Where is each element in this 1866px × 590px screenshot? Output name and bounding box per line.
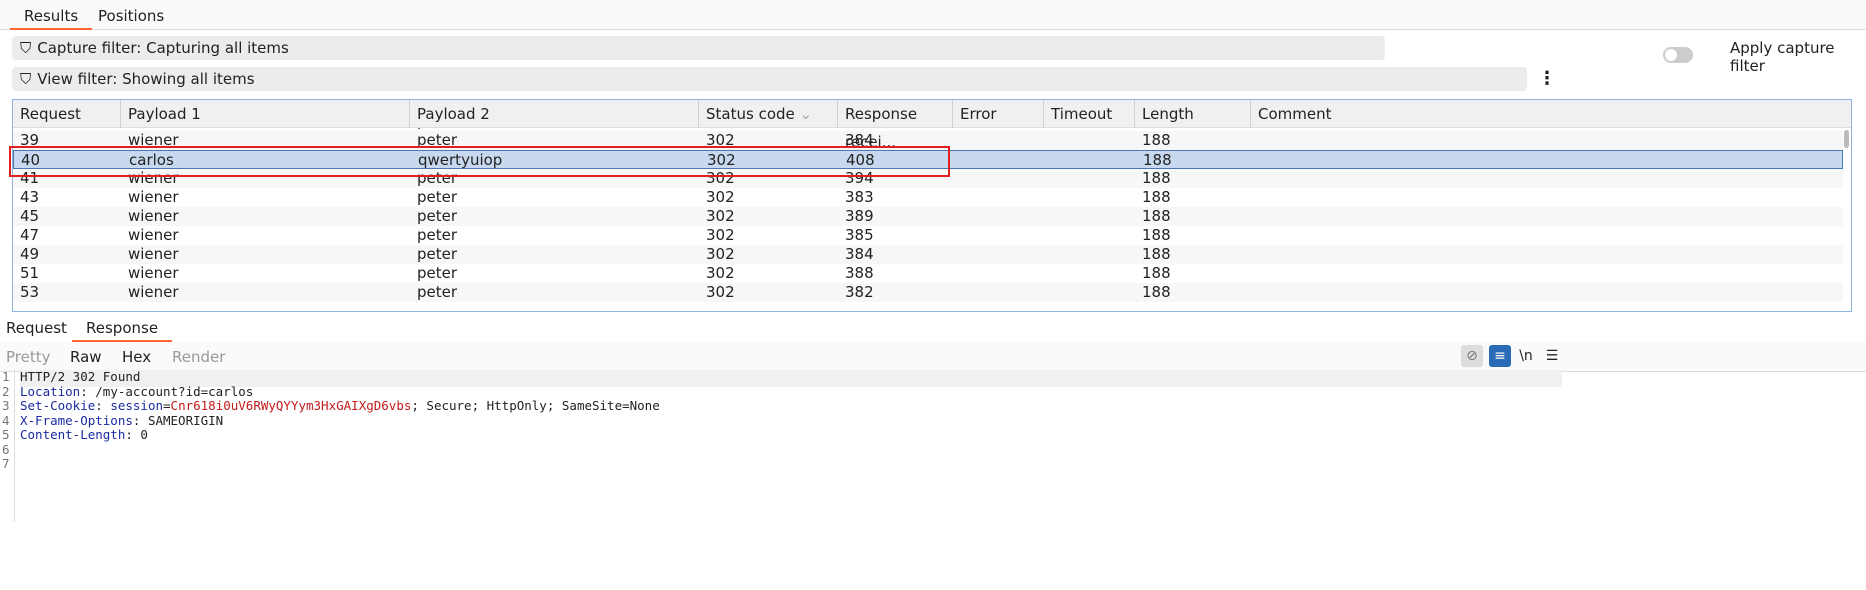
table-cell: 302 [706,283,735,301]
table-cell: 385 [845,226,874,244]
message-tabs: Request Response [0,316,1866,344]
column-header[interactable]: Timeout [1044,100,1135,128]
table-cell: peter [417,245,458,263]
table-cell: 302 [706,188,735,206]
column-header[interactable]: Response recei... [838,100,953,151]
header-name: Content-Length [20,427,126,442]
eq: = [163,398,171,413]
table-cell: 45 [20,207,40,225]
filter-icon: ⛉ [20,70,32,88]
apply-capture-filter-toggle[interactable] [1663,47,1693,63]
table-cell: 188 [1143,151,1172,169]
newline-toggle[interactable]: \n [1515,345,1537,367]
more-options-icon[interactable]: ⋮ [1538,68,1556,89]
table-cell: 384 [845,245,874,263]
response-editor[interactable]: 1234567 HTTP/2 302 Found Location: /my-ac… [0,370,1866,522]
table-cell: wiener [128,264,179,282]
table-cell: 49 [20,245,40,263]
column-header[interactable]: Payload 2 [410,100,699,128]
column-header[interactable]: Status code ⌄ [699,100,838,128]
table-cell: peter [417,226,458,244]
table-cell: peter [417,207,458,225]
cookie-name: session [110,398,164,413]
table-cell: 51 [20,264,40,282]
menu-icon[interactable]: ☰ [1541,345,1563,367]
filter-icon: ⛉ [20,39,32,57]
header-value: : SAMEORIGIN [132,412,224,428]
hide-eye-icon[interactable]: ⊘ [1461,345,1483,367]
table-cell: 302 [706,264,735,282]
capture-filter-label: Capture filter: Capturing all items [37,39,289,57]
table-row[interactable]: 45 wiener peter 302 389 188 [13,207,1843,226]
table-body: 37wienerpeter30239418839wienerpeter30238… [13,112,1843,302]
table-cell: 302 [706,207,735,225]
table-cell: 43 [20,188,40,206]
table-cell: 188 [1142,207,1171,225]
table-cell: 302 [706,226,735,244]
line-numbers: 1234567 [0,370,15,522]
header-value: : [95,398,111,413]
table-cell: 188 [1142,264,1171,282]
table-cell: 188 [1142,169,1171,187]
table-cell: peter [417,264,458,282]
header-name: Set-Cookie [20,398,96,413]
tab-render[interactable]: Render [158,348,239,372]
table-cell: 302 [706,245,735,263]
table-cell: 188 [1142,188,1171,206]
results-table: Request Payload 1 Payload 2 Status code ⌄ Re… [12,99,1852,312]
column-header[interactable]: Length [1135,100,1251,128]
column-header[interactable]: Comment [1251,100,1851,128]
response-line: Content-Length: 0 [20,428,148,445]
table-row[interactable]: 49 wiener peter 302 384 188 [13,245,1843,264]
table-cell: 188 [1142,245,1171,263]
header-name: X-Frame-Options [20,412,133,428]
table-cell: 188 [1142,226,1171,244]
table-cell: wiener [128,283,179,301]
table-cell: 388 [845,264,874,282]
view-filter-bar[interactable]: ⛉ View filter: Showing all items [12,67,1527,91]
column-header[interactable]: Payload 1 [121,100,410,128]
view-filter-label: View filter: Showing all items [37,70,255,88]
table-cell: wiener [128,226,179,244]
table-cell: wiener [128,188,179,206]
table-row[interactable]: 51 wiener peter 302 388 188 [13,264,1843,283]
scrollbar[interactable] [1844,130,1849,148]
tab-results[interactable]: Results [10,7,93,30]
wrap-lines-icon[interactable]: ≡ [1489,345,1511,367]
header-value: : 0 [125,427,148,442]
table-cell: peter [417,188,458,206]
table-cell: 188 [1142,131,1171,149]
header-value: : /my-account?id=carlos [80,383,254,399]
top-tabs: Results Positions [0,0,1866,30]
table-cell: wiener [128,245,179,263]
view-tabs: Pretty Raw Hex Render [0,342,1866,372]
column-header[interactable]: Error [953,100,1044,128]
table-row[interactable]: 53 wiener peter 302 382 188 [13,283,1843,302]
status-line: HTTP/2 302 Found [20,369,141,384]
sort-icon: ⌄ [794,105,813,123]
highlight-box [9,146,950,177]
line-number: 7 [2,456,10,471]
table-row[interactable]: 47 wiener peter 302 385 188 [13,226,1843,245]
header-name: Location [20,383,81,399]
cookie-attrs: ; Secure; HttpOnly; SameSite=None [411,398,660,413]
table-cell: 382 [845,283,874,301]
table-cell: 383 [845,188,874,206]
table-cell: peter [417,283,458,301]
table-cell: wiener [128,207,179,225]
table-cell: 47 [20,226,40,244]
table-header: Request Payload 1 Payload 2 Status code ⌄ Re… [13,100,1851,151]
capture-filter-bar[interactable]: ⛉ Capture filter: Capturing all items [12,36,1385,60]
tab-response[interactable]: Response [72,319,173,342]
cookie-value: Cnr618i0uV6RWyQYYym3HxGAIXgD6vbs [170,398,412,413]
apply-capture-filter-label: Apply capture filter [1730,39,1835,75]
table-cell: 188 [1142,283,1171,301]
table-row[interactable]: 43 wiener peter 302 383 188 [13,188,1843,207]
tab-positions[interactable]: Positions [84,7,178,30]
column-header[interactable]: Request [13,100,121,128]
tab-request[interactable]: Request [0,319,81,342]
table-cell: 389 [845,207,874,225]
table-cell: 53 [20,283,40,301]
